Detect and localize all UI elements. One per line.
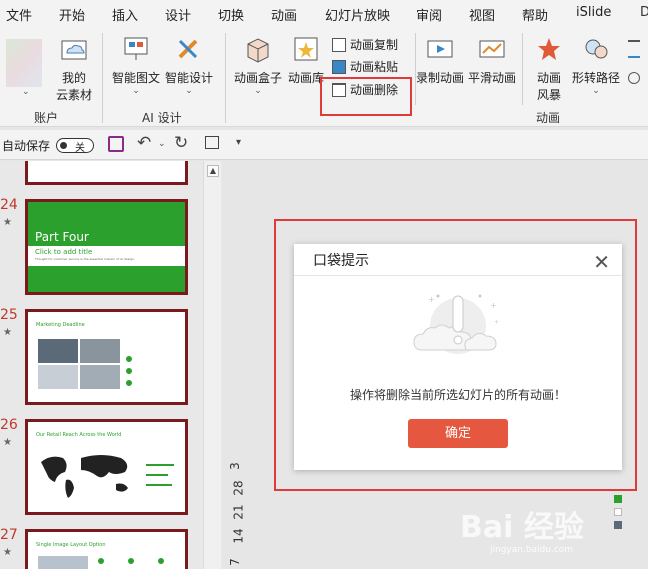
copy-icon <box>332 37 346 52</box>
menu-view[interactable]: 视图 <box>469 5 495 24</box>
menu-slideshow[interactable]: 幻灯片放映 <box>325 5 390 24</box>
divider <box>102 33 103 123</box>
shape-path-icon <box>585 39 608 59</box>
menu-design[interactable]: 设计 <box>165 5 191 24</box>
quick-access-toolbar: 自动保存 关 ↶ ⌄ ↻ ▾ <box>0 130 648 160</box>
divider <box>225 33 226 123</box>
menu-bar: 文件 开始 插入 设计 切换 动画 幻灯片放映 审阅 视图 帮助 iSlide … <box>0 0 648 27</box>
smart-design-icon <box>178 39 198 59</box>
menu-review[interactable]: 审阅 <box>416 5 442 24</box>
menu-islide[interactable]: iSlide <box>576 5 611 20</box>
box-icon <box>247 38 269 63</box>
slide-title: Marketing Deadline <box>36 322 85 328</box>
warning-illustration-icon: + + + <box>413 294 499 354</box>
delete-highlight-box <box>320 77 412 116</box>
smart-graphic-button[interactable]: 智能图文 ⌄ <box>110 35 162 96</box>
animation-paste-button[interactable]: 动画粘贴 <box>332 58 398 75</box>
dialog-message: 操作将删除当前所选幻灯片的所有动画！ <box>349 388 566 402</box>
record-icon <box>427 40 453 58</box>
star-library-icon <box>294 37 318 61</box>
world-map-icon <box>41 455 128 498</box>
redo-icon[interactable]: ↻ <box>174 133 188 153</box>
menu-animations[interactable]: 动画 <box>271 5 297 24</box>
autosave-label: 自动保存 <box>2 139 51 153</box>
slide-thumbnail-24[interactable]: Part Four Click to add title Thought for… <box>25 199 188 295</box>
svg-text:+: + <box>494 319 499 326</box>
slide-title: Single Image Layout Option <box>36 542 106 548</box>
menu-help[interactable]: 帮助 <box>522 5 548 24</box>
menu-transitions[interactable]: 切换 <box>218 5 244 24</box>
star-storm-icon <box>538 38 560 60</box>
my-cloud-materials-button[interactable]: 我的 云素材 <box>53 35 95 103</box>
watermark-url: jingyan.baidu.com <box>490 545 574 555</box>
slide-subtitle: Click to add title <box>35 248 93 256</box>
dialog-divider <box>294 275 622 276</box>
divider <box>522 33 523 105</box>
smart-graphic-icon <box>124 37 148 60</box>
cloud-folder-icon <box>61 40 87 60</box>
star-icon: ★ <box>3 327 12 338</box>
star-icon: ★ <box>3 437 12 448</box>
slide-panel: 24 ★ Part Four Click to add title Though… <box>0 161 222 569</box>
svg-text:+: + <box>428 295 435 304</box>
menu-home[interactable]: 开始 <box>59 5 85 24</box>
color-swatch <box>614 521 622 529</box>
close-icon[interactable]: ✕ <box>593 250 610 274</box>
slide-panel-scrollbar[interactable]: ▲ <box>203 161 221 569</box>
slide-description: Thought for customer service is the esse… <box>35 257 135 261</box>
slide-thumbnail-25[interactable]: Marketing Deadline <box>25 309 188 405</box>
autosave-toggle[interactable]: 关 <box>56 138 94 154</box>
svg-text:+: + <box>490 301 497 310</box>
undo-icon[interactable]: ↶ <box>137 133 151 153</box>
account-group-label: 账户 <box>34 111 59 125</box>
chevron-down-icon[interactable]: ⌄ <box>158 139 166 149</box>
slide-thumbnail-26[interactable]: Our Retail Reach Across the World <box>25 419 188 515</box>
animation-box-button[interactable]: 动画盒子 ⌄ <box>232 35 284 96</box>
slide-title: Part Four <box>35 230 89 244</box>
slide-number: 24 <box>0 197 18 213</box>
watermark-logo: Bai 经验 <box>460 510 584 545</box>
menu-more[interactable]: D <box>640 5 648 20</box>
star-icon: ★ <box>3 217 12 228</box>
slide-title: Our Retail Reach Across the World <box>36 432 122 438</box>
paste-icon <box>332 59 346 74</box>
slide-thumbnail-27[interactable]: Single Image Layout Option <box>25 529 188 569</box>
save-icon[interactable] <box>108 136 124 152</box>
menu-insert[interactable]: 插入 <box>112 5 138 24</box>
smooth-icon <box>479 40 505 58</box>
slide-thumbnail-partial[interactable] <box>25 161 188 185</box>
pocket-tip-dialog: 口袋提示 ✕ + + + 操作将删除当前所选幻灯片的所有动画！ 确定 <box>294 244 622 470</box>
animation-copy-button[interactable]: 动画复制 <box>332 36 398 53</box>
present-icon[interactable] <box>205 136 219 149</box>
smart-design-button[interactable]: 智能设计 ⌄ <box>163 35 215 96</box>
vertical-ruler: 3 28 21 14 7 <box>227 462 246 566</box>
animation-storm-button[interactable]: 动画 风暴 <box>530 35 568 103</box>
slide-number: 27 <box>0 527 18 543</box>
avatar[interactable] <box>6 39 42 87</box>
color-swatch <box>614 495 622 503</box>
shape-to-path-button[interactable]: 形转路径 ⌄ <box>570 35 622 96</box>
chevron-down-icon[interactable]: ⌄ <box>22 87 30 97</box>
more-options-icon[interactable] <box>628 36 644 106</box>
customize-icon[interactable]: ▾ <box>236 137 241 148</box>
smooth-animation-button[interactable]: 平滑动画 <box>466 35 518 86</box>
star-icon: ★ <box>3 547 12 558</box>
color-swatch <box>614 508 622 516</box>
slide-number: 25 <box>0 307 18 323</box>
menu-file[interactable]: 文件 <box>6 5 32 24</box>
record-animation-button[interactable]: 录制动画 <box>414 35 466 86</box>
slide-number: 26 <box>0 417 18 433</box>
dialog-title: 口袋提示 <box>313 253 369 269</box>
ai-group-label: AI 设计 <box>142 111 182 125</box>
animation-group-label: 动画 <box>536 111 561 125</box>
scroll-up-icon[interactable]: ▲ <box>207 165 219 177</box>
ok-button[interactable]: 确定 <box>408 419 508 448</box>
